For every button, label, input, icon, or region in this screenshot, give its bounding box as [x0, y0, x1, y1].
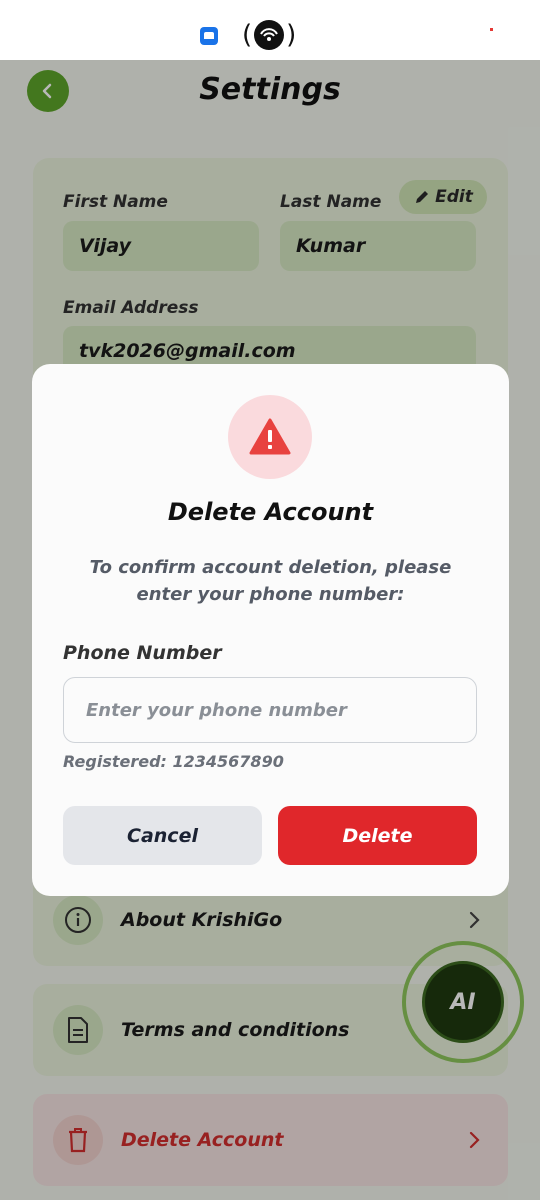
dialog-title: Delete Account — [167, 498, 374, 526]
delete-button[interactable]: Delete — [278, 806, 477, 865]
phone-number-label: Phone Number — [63, 642, 222, 664]
app-notification-icon — [200, 27, 218, 45]
cancel-button[interactable]: Cancel — [63, 806, 262, 865]
dialog-message: To confirm account deletion, please ente… — [89, 557, 452, 605]
status-bar: ( ) — [0, 0, 540, 60]
warning-icon — [249, 418, 291, 455]
delete-account-dialog: Delete Account To confirm account deleti… — [32, 364, 509, 896]
warning-icon-container — [228, 395, 312, 479]
right-paren-glyph: ) — [286, 20, 297, 50]
hotspot-indicator: ( ) — [242, 18, 296, 52]
registered-phone-text: Registered: 1234567890 — [63, 752, 284, 771]
notification-dot — [490, 28, 493, 31]
hotspot-icon — [254, 20, 285, 50]
phone-number-input[interactable] — [63, 677, 477, 743]
left-paren-glyph: ( — [242, 20, 253, 50]
